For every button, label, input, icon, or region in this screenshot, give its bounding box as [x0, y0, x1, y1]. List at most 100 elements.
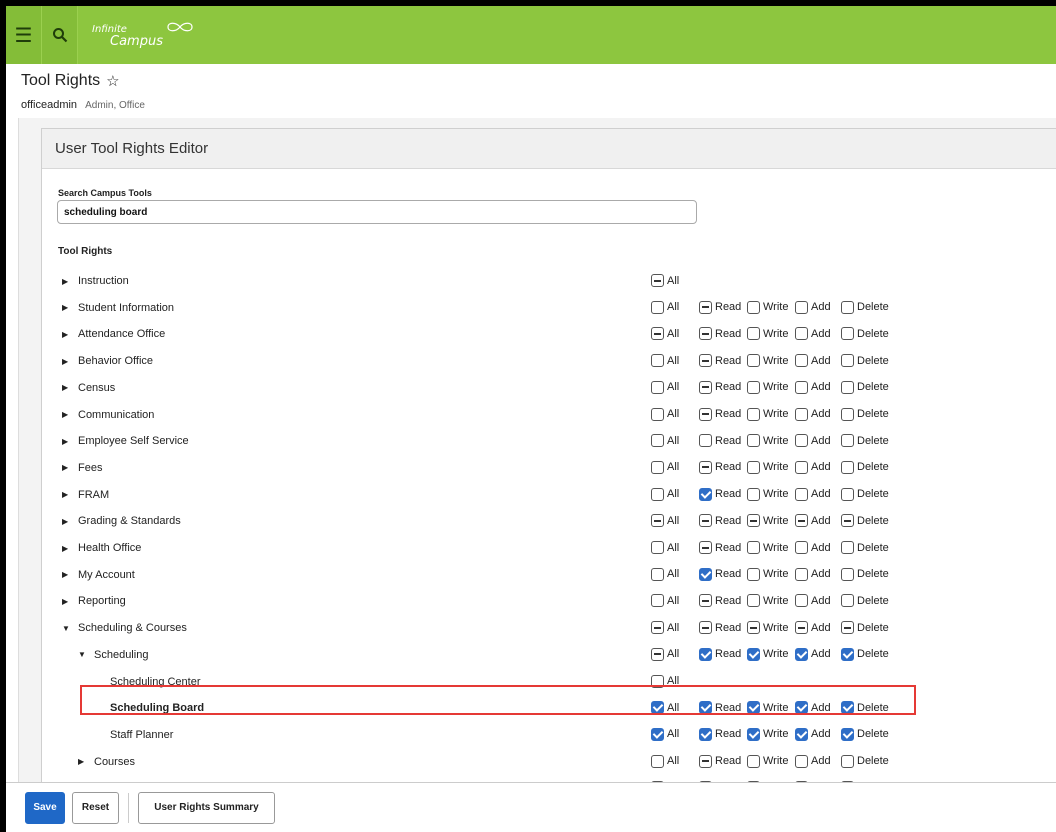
hamburger-menu-icon[interactable]: ☰ — [6, 6, 42, 64]
expand-arrow-icon[interactable]: ▶ — [62, 490, 78, 499]
write-checkbox[interactable] — [747, 621, 760, 635]
read-checkbox[interactable] — [699, 541, 712, 554]
delete-checkbox[interactable] — [841, 621, 854, 635]
read-checkbox[interactable] — [699, 434, 712, 448]
expand-arrow-icon[interactable]: ▶ — [62, 330, 78, 339]
tool-name[interactable]: ▶ Health Office — [62, 542, 141, 554]
add-checkbox[interactable] — [795, 727, 808, 741]
search-icon[interactable] — [42, 6, 78, 64]
tool-name[interactable]: ▶ My Account — [62, 569, 135, 581]
write-checkbox[interactable] — [747, 567, 760, 581]
read-checkbox[interactable] — [699, 460, 712, 474]
all-checkbox[interactable] — [651, 647, 664, 661]
read-checkbox[interactable] — [699, 300, 712, 314]
expand-arrow-icon[interactable]: ▶ — [62, 357, 78, 366]
collapse-arrow-icon[interactable]: ▼ — [62, 624, 78, 633]
all-checkbox[interactable] — [651, 460, 664, 474]
tool-name[interactable]: ▶ Fees — [62, 462, 102, 474]
tool-name[interactable]: ▼ Scheduling — [78, 649, 148, 661]
add-checkbox[interactable] — [795, 514, 808, 528]
delete-checkbox[interactable] — [841, 727, 854, 741]
tool-name[interactable]: ▼ Scheduling & Courses — [62, 622, 187, 634]
add-checkbox[interactable] — [795, 300, 808, 314]
delete-checkbox[interactable] — [841, 541, 854, 554]
delete-checkbox[interactable] — [841, 327, 854, 341]
add-checkbox[interactable] — [795, 594, 808, 608]
write-checkbox[interactable] — [747, 487, 760, 501]
expand-arrow-icon[interactable]: ▶ — [62, 410, 78, 419]
add-checkbox[interactable] — [795, 460, 808, 474]
delete-checkbox[interactable] — [841, 754, 854, 768]
write-checkbox[interactable] — [747, 727, 760, 741]
add-checkbox[interactable] — [795, 354, 808, 368]
read-checkbox[interactable] — [699, 380, 712, 394]
search-tools-input[interactable] — [57, 200, 697, 224]
tool-name[interactable]: ▶ FRAM — [62, 489, 109, 501]
save-button[interactable]: Save — [25, 791, 65, 824]
write-checkbox[interactable] — [747, 647, 760, 661]
expand-arrow-icon[interactable]: ▶ — [62, 570, 78, 579]
write-checkbox[interactable] — [747, 514, 760, 528]
collapse-arrow-icon[interactable]: ▼ — [78, 650, 94, 659]
read-checkbox[interactable] — [699, 354, 712, 368]
all-checkbox[interactable] — [651, 594, 664, 608]
all-checkbox[interactable] — [651, 727, 664, 741]
read-checkbox[interactable] — [699, 621, 712, 635]
expand-arrow-icon[interactable]: ▶ — [62, 463, 78, 472]
expand-arrow-icon[interactable]: ▶ — [78, 757, 94, 766]
write-checkbox[interactable] — [747, 541, 760, 554]
delete-checkbox[interactable] — [841, 594, 854, 608]
read-checkbox[interactable] — [699, 594, 712, 608]
write-checkbox[interactable] — [747, 460, 760, 474]
add-checkbox[interactable] — [795, 621, 808, 635]
add-checkbox[interactable] — [795, 407, 808, 421]
user-rights-summary-button[interactable]: User Rights Summary — [138, 791, 275, 824]
read-checkbox[interactable] — [699, 567, 712, 581]
delete-checkbox[interactable] — [841, 460, 854, 474]
write-checkbox[interactable] — [747, 327, 760, 341]
read-checkbox[interactable] — [699, 327, 712, 341]
favorite-star-icon[interactable]: ☆ — [106, 72, 119, 90]
write-checkbox[interactable] — [747, 354, 760, 368]
tool-name[interactable]: ▶ Attendance Office — [62, 328, 165, 340]
all-checkbox[interactable] — [651, 354, 664, 368]
tool-name[interactable]: ▶ Employee Self Service — [62, 435, 189, 447]
add-checkbox[interactable] — [795, 647, 808, 661]
tool-name[interactable]: ▶ Reporting — [62, 595, 126, 607]
write-checkbox[interactable] — [747, 380, 760, 394]
delete-checkbox[interactable] — [841, 514, 854, 528]
delete-checkbox[interactable] — [841, 567, 854, 581]
add-checkbox[interactable] — [795, 487, 808, 501]
add-checkbox[interactable] — [795, 434, 808, 448]
all-checkbox[interactable] — [651, 621, 664, 635]
tool-name[interactable]: ▶ Communication — [62, 409, 154, 421]
write-checkbox[interactable] — [747, 754, 760, 768]
infinite-campus-logo[interactable]: Infinite Campus — [92, 22, 195, 48]
all-checkbox[interactable] — [651, 514, 664, 528]
write-checkbox[interactable] — [747, 300, 760, 314]
all-checkbox[interactable] — [651, 541, 664, 554]
tool-name[interactable]: ▶ Census — [62, 382, 115, 394]
delete-checkbox[interactable] — [841, 434, 854, 448]
all-checkbox[interactable] — [651, 274, 664, 287]
reset-button[interactable]: Reset — [72, 791, 119, 824]
delete-checkbox[interactable] — [841, 487, 854, 501]
expand-arrow-icon[interactable]: ▶ — [62, 597, 78, 606]
write-checkbox[interactable] — [747, 434, 760, 448]
expand-arrow-icon[interactable]: ▶ — [62, 383, 78, 392]
all-checkbox[interactable] — [651, 567, 664, 581]
all-checkbox[interactable] — [651, 434, 664, 448]
tool-name[interactable]: ▶ Instruction — [62, 275, 129, 287]
tool-name[interactable]: ▶ Grading & Standards — [62, 515, 181, 527]
read-checkbox[interactable] — [699, 514, 712, 528]
read-checkbox[interactable] — [699, 487, 712, 501]
delete-checkbox[interactable] — [841, 380, 854, 394]
expand-arrow-icon[interactable]: ▶ — [62, 517, 78, 526]
read-checkbox[interactable] — [699, 407, 712, 421]
read-checkbox[interactable] — [699, 727, 712, 741]
tool-name[interactable]: ▶ Behavior Office — [62, 355, 153, 367]
read-checkbox[interactable] — [699, 647, 712, 661]
delete-checkbox[interactable] — [841, 300, 854, 314]
expand-arrow-icon[interactable]: ▶ — [62, 544, 78, 553]
delete-checkbox[interactable] — [841, 354, 854, 368]
